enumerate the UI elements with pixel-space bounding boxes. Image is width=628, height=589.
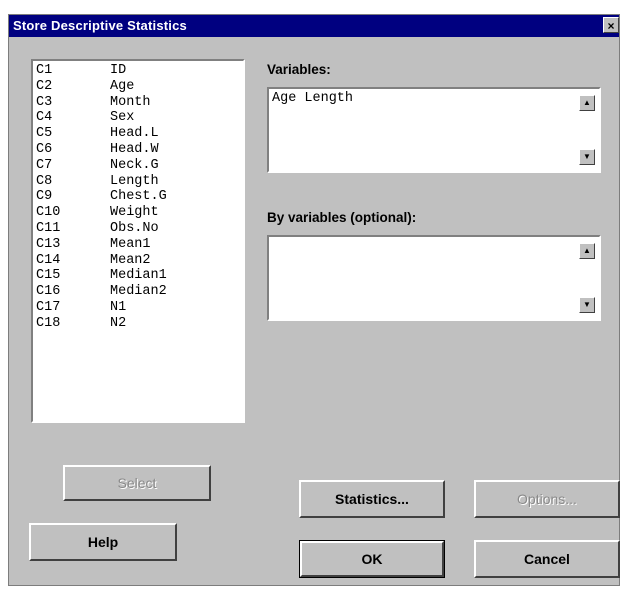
options-button[interactable]: Options... xyxy=(474,480,620,518)
column-id: C13 xyxy=(36,236,61,252)
close-icon: × xyxy=(607,19,615,33)
column-name: Obs.No xyxy=(110,220,159,236)
title-bar: Store Descriptive Statistics × xyxy=(9,15,619,37)
column-id: C3 xyxy=(36,94,53,110)
column-id: C7 xyxy=(36,157,53,173)
column-list-item[interactable]: C10 Weight xyxy=(36,205,243,221)
by-variables-scroll-up-button[interactable]: ▲ xyxy=(579,243,595,259)
dialog-title: Store Descriptive Statistics xyxy=(13,18,187,33)
column-id: C1 xyxy=(36,63,53,78)
column-list-item[interactable]: C5 Head.L xyxy=(36,126,243,142)
column-name: N1 xyxy=(110,299,127,315)
column-listbox[interactable]: C1 ID C2 Age C3 Month C4 Sex C5 Head.L C6 Head.W C7 N… xyxy=(31,59,245,423)
column-list-item[interactable]: C11 Obs.No xyxy=(36,221,243,237)
column-list-item[interactable]: C3 Month xyxy=(36,95,243,111)
column-name: Median2 xyxy=(110,284,167,300)
close-button[interactable]: × xyxy=(603,17,619,33)
cancel-button[interactable]: Cancel xyxy=(474,540,620,578)
column-id: C8 xyxy=(36,173,53,189)
column-id: C16 xyxy=(36,284,61,300)
column-list-item[interactable]: C18 N2 xyxy=(36,316,243,332)
column-name: N2 xyxy=(110,315,127,331)
column-list-item[interactable]: C2 Age xyxy=(36,79,243,95)
column-list: C1 ID C2 Age C3 Month C4 Sex C5 Head.L C6 Head.W C7 N… xyxy=(33,61,243,332)
ok-button[interactable]: OK xyxy=(300,541,444,577)
statistics-button-label: Statistics... xyxy=(335,491,409,507)
column-id: C17 xyxy=(36,299,61,315)
help-button-label: Help xyxy=(87,534,119,550)
variables-label: Variables: xyxy=(267,62,331,77)
column-id: C18 xyxy=(36,315,61,331)
select-button[interactable]: Select xyxy=(63,465,211,501)
column-name: Length xyxy=(110,173,159,189)
column-name: Head.W xyxy=(110,141,159,157)
column-name: Median1 xyxy=(110,268,167,284)
column-name: Mean1 xyxy=(110,236,151,252)
column-name: ID xyxy=(110,63,127,78)
column-id: C2 xyxy=(36,78,53,94)
column-list-item[interactable]: C17 N1 xyxy=(36,300,243,316)
column-list-item[interactable]: C9 Chest.G xyxy=(36,189,243,205)
column-name: Neck.G xyxy=(110,157,159,173)
column-list-item[interactable]: C15 Median1 xyxy=(36,268,243,284)
variables-scroll-down-button[interactable]: ▼ xyxy=(579,149,595,165)
cancel-button-label: Cancel xyxy=(524,551,570,567)
by-variables-field[interactable]: ▲ ▼ xyxy=(267,235,601,321)
statistics-button[interactable]: Statistics... xyxy=(299,480,445,518)
column-id: C11 xyxy=(36,220,61,236)
column-list-item[interactable]: C16 Median2 xyxy=(36,284,243,300)
column-id: C10 xyxy=(36,205,61,221)
store-descriptive-statistics-dialog: Store Descriptive Statistics × C1 ID C2 Age… xyxy=(8,14,620,586)
column-id: C15 xyxy=(36,268,61,284)
by-variables-scroll-down-button[interactable]: ▼ xyxy=(579,297,595,313)
options-button-label: Options... xyxy=(517,491,577,507)
column-name: Weight xyxy=(110,205,159,221)
help-button[interactable]: Help xyxy=(29,523,177,561)
variables-field-value: Age Length xyxy=(272,91,354,106)
variables-scroll-up-button[interactable]: ▲ xyxy=(579,95,595,111)
column-name: Chest.G xyxy=(110,189,167,205)
ok-button-label: OK xyxy=(361,551,383,567)
variables-field[interactable]: Age Length ▲ ▼ xyxy=(267,87,601,173)
column-id: C6 xyxy=(36,141,53,157)
column-name: Sex xyxy=(110,110,135,126)
column-name: Head.L xyxy=(110,126,159,142)
column-id: C4 xyxy=(36,110,53,126)
column-id: C9 xyxy=(36,189,53,205)
column-list-item[interactable]: C13 Mean1 xyxy=(36,237,243,253)
column-name: Mean2 xyxy=(110,252,151,268)
select-button-label: Select xyxy=(117,475,157,491)
column-list-item[interactable]: C1 ID xyxy=(36,63,243,79)
column-id: C14 xyxy=(36,252,61,268)
column-id: C5 xyxy=(36,126,53,142)
column-list-item[interactable]: C6 Head.W xyxy=(36,142,243,158)
column-list-item[interactable]: C14 Mean2 xyxy=(36,253,243,269)
column-name: Month xyxy=(110,94,151,110)
by-variables-label: By variables (optional): xyxy=(267,210,417,225)
column-list-item[interactable]: C4 Sex xyxy=(36,110,243,126)
column-list-item[interactable]: C7 Neck.G xyxy=(36,158,243,174)
column-name: Age xyxy=(110,78,135,94)
column-list-item[interactable]: C8 Length xyxy=(36,174,243,190)
